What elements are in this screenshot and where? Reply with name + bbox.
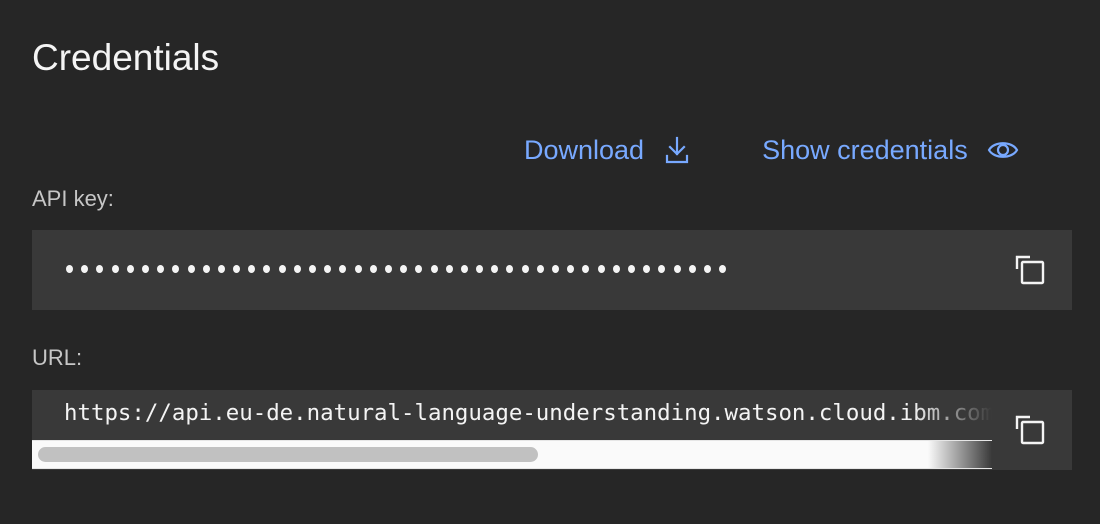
mask-dot xyxy=(66,265,73,273)
mask-dot xyxy=(536,265,544,273)
mask-dot xyxy=(703,265,711,273)
mask-dot xyxy=(81,265,89,273)
mask-dot xyxy=(96,265,104,273)
mask-dot xyxy=(445,265,453,273)
url-label: URL: xyxy=(32,345,83,370)
mask-dot xyxy=(293,265,301,273)
scrollbar-fade xyxy=(928,441,992,468)
mask-dot xyxy=(673,265,681,273)
url-value: https://api.eu-de.natural-language-under… xyxy=(64,400,992,426)
mask-dot xyxy=(597,265,605,273)
horizontal-scrollbar[interactable] xyxy=(32,440,992,469)
mask-dot xyxy=(202,265,210,273)
api-key-label: API key: xyxy=(32,186,114,211)
mask-dot xyxy=(476,265,484,273)
copy-icon xyxy=(1014,414,1048,448)
credential-actions: Download Show credentials xyxy=(524,130,1020,170)
mask-dot xyxy=(415,265,423,273)
mask-dot xyxy=(491,265,499,273)
mask-dot xyxy=(111,265,119,273)
mask-dot xyxy=(126,265,134,273)
mask-dot xyxy=(627,265,635,273)
mask-dot xyxy=(278,265,286,273)
mask-dot xyxy=(400,265,408,273)
mask-dot xyxy=(309,265,316,273)
mask-dot xyxy=(217,265,225,273)
mask-dot xyxy=(506,265,514,273)
url-field: https://api.eu-de.natural-language-under… xyxy=(32,390,1072,470)
show-credentials-button[interactable]: Show credentials xyxy=(762,130,1020,170)
mask-dot xyxy=(612,265,620,273)
download-button[interactable]: Download xyxy=(524,130,692,170)
mask-dot xyxy=(263,265,271,273)
mask-dot xyxy=(141,265,149,273)
mask-dot xyxy=(430,265,438,273)
url-fade-overlay xyxy=(912,390,992,440)
mask-dot xyxy=(248,265,256,273)
mask-dot xyxy=(324,265,332,273)
mask-dot xyxy=(552,265,559,273)
copy-icon xyxy=(1014,254,1048,288)
mask-dot xyxy=(643,265,651,273)
show-credentials-label: Show credentials xyxy=(762,135,968,165)
page-title: Credentials xyxy=(32,37,220,78)
mask-dot xyxy=(187,265,195,273)
mask-dot xyxy=(233,265,241,273)
mask-dot xyxy=(354,265,362,273)
api-key-field xyxy=(32,230,1072,310)
scrollbar-thumb[interactable] xyxy=(38,447,538,462)
eye-icon xyxy=(986,135,1020,165)
mask-dot xyxy=(582,265,590,273)
mask-dot xyxy=(369,265,377,273)
mask-dot xyxy=(521,265,529,273)
mask-dot xyxy=(339,265,347,273)
mask-dot xyxy=(384,265,392,273)
mask-dot xyxy=(719,265,727,273)
mask-dot xyxy=(658,265,666,273)
copy-api-key-button[interactable] xyxy=(1014,254,1048,288)
mask-dot xyxy=(460,265,468,273)
url-scroll-container[interactable]: https://api.eu-de.natural-language-under… xyxy=(32,390,992,470)
mask-dot xyxy=(688,265,696,273)
copy-url-button[interactable] xyxy=(1014,414,1048,448)
mask-dot xyxy=(157,265,165,273)
download-label: Download xyxy=(524,135,645,165)
mask-dot xyxy=(172,265,180,273)
download-icon xyxy=(662,134,692,166)
api-key-masked-value xyxy=(66,254,734,284)
mask-dot xyxy=(567,265,575,273)
